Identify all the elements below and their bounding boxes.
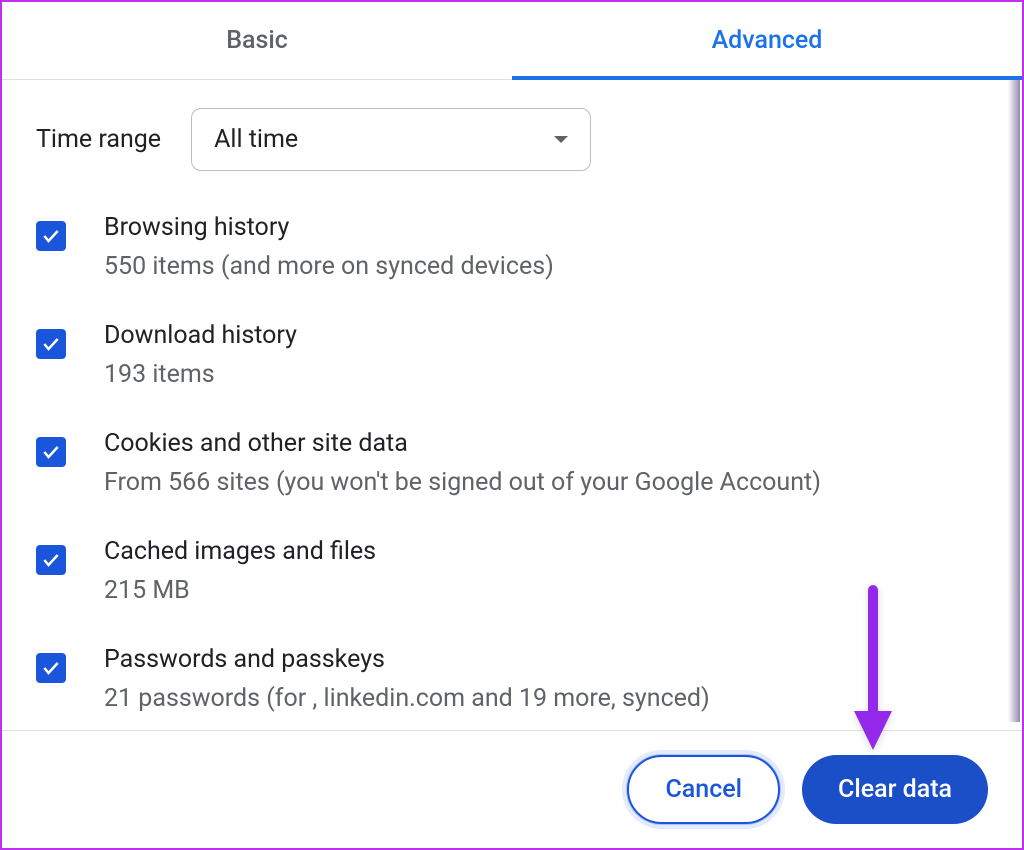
checkmark-icon xyxy=(41,550,61,570)
cancel-button[interactable]: Cancel xyxy=(627,755,780,824)
dialog-content: Time range All time Browsing history 550… xyxy=(2,80,1022,730)
time-range-select[interactable]: All time xyxy=(191,108,591,171)
clear-browsing-data-dialog: Basic Advanced Time range All time Brows… xyxy=(2,2,1022,848)
checkbox-item-download-history: Download history 193 items xyxy=(36,321,988,389)
tab-basic[interactable]: Basic xyxy=(2,2,512,79)
checkbox-description: 193 items xyxy=(104,360,297,389)
checkbox-title: Cached images and files xyxy=(104,537,376,566)
checkmark-icon xyxy=(41,226,61,246)
checkbox-cache[interactable] xyxy=(36,545,66,575)
chevron-down-icon xyxy=(554,136,568,143)
time-range-value: All time xyxy=(214,125,298,154)
checkbox-item-browsing-history: Browsing history 550 items (and more on … xyxy=(36,213,988,281)
checkbox-browsing-history[interactable] xyxy=(36,221,66,251)
checkbox-item-cache: Cached images and files 215 MB xyxy=(36,537,988,605)
checkbox-title: Passwords and passkeys xyxy=(104,645,710,674)
checkbox-text: Passwords and passkeys 21 passwords (for… xyxy=(104,645,710,713)
checkbox-list: Browsing history 550 items (and more on … xyxy=(36,213,988,730)
tabs-container: Basic Advanced xyxy=(2,2,1022,80)
tab-advanced[interactable]: Advanced xyxy=(512,2,1022,79)
checkbox-download-history[interactable] xyxy=(36,329,66,359)
checkbox-item-passwords: Passwords and passkeys 21 passwords (for… xyxy=(36,645,988,713)
checkbox-text: Cached images and files 215 MB xyxy=(104,537,376,605)
checkbox-description: From 566 sites (you won't be signed out … xyxy=(104,468,821,497)
checkbox-title: Browsing history xyxy=(104,213,554,242)
checkbox-text: Cookies and other site data From 566 sit… xyxy=(104,429,821,497)
checkbox-title: Cookies and other site data xyxy=(104,429,821,458)
dialog-footer: Cancel Clear data xyxy=(2,730,1022,848)
checkbox-description: 21 passwords (for , linkedin.com and 19 … xyxy=(104,684,710,713)
clear-data-button[interactable]: Clear data xyxy=(802,755,988,824)
checkbox-title: Download history xyxy=(104,321,297,350)
checkbox-cookies[interactable] xyxy=(36,437,66,467)
checkbox-description: 215 MB xyxy=(104,576,376,605)
checkmark-icon xyxy=(41,334,61,354)
checkbox-item-cookies: Cookies and other site data From 566 sit… xyxy=(36,429,988,497)
checkbox-text: Download history 193 items xyxy=(104,321,297,389)
checkmark-icon xyxy=(41,442,61,462)
checkbox-description: 550 items (and more on synced devices) xyxy=(104,252,554,281)
time-range-label: Time range xyxy=(36,125,161,154)
time-range-row: Time range All time xyxy=(36,108,988,171)
checkmark-icon xyxy=(41,658,61,678)
checkbox-passwords[interactable] xyxy=(36,653,66,683)
checkbox-text: Browsing history 550 items (and more on … xyxy=(104,213,554,281)
